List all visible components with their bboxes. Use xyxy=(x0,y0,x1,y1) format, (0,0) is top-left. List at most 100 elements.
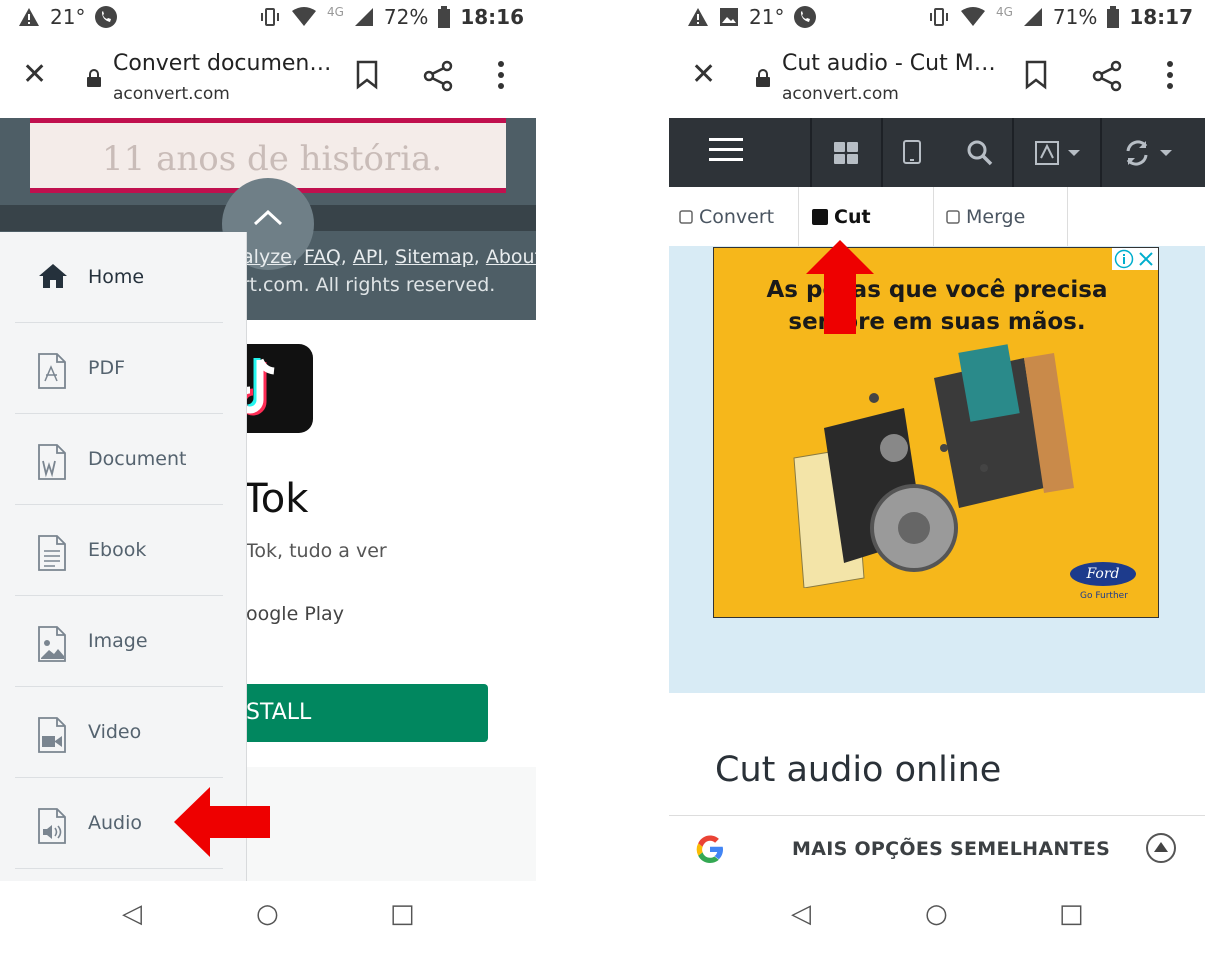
android-nav-bar: ◁ ○ □ xyxy=(669,881,1205,953)
network-type: 4G xyxy=(995,5,1013,19)
close-ad-icon[interactable] xyxy=(1138,251,1154,267)
tab-cut[interactable]: Cut xyxy=(799,187,934,246)
grid-icon xyxy=(834,142,858,164)
left-phone-screen: 21° 4G 72% 18:16 ✕ Convert documen… acon… xyxy=(0,0,536,953)
battery-percent: 71% xyxy=(1052,5,1098,29)
language-button[interactable] xyxy=(1014,118,1102,187)
drawer-item-image[interactable]: Image xyxy=(15,596,223,687)
hamburger-menu-button[interactable] xyxy=(669,118,812,187)
home-nav-icon[interactable]: ○ xyxy=(925,899,948,929)
close-tab-icon[interactable]: ✕ xyxy=(22,60,47,90)
share-icon[interactable] xyxy=(422,60,454,92)
red-arrow-left xyxy=(174,787,270,857)
link-faq[interactable]: FAQ xyxy=(304,246,341,268)
home-icon xyxy=(39,264,67,288)
android-nav-bar: ◁ ○ □ xyxy=(0,881,536,953)
suggest-label: MAIS OPÇÕES SEMELHANTES xyxy=(792,838,1111,860)
back-nav-icon[interactable]: ◁ xyxy=(122,899,142,929)
ebook-file-icon xyxy=(38,535,66,571)
site-header xyxy=(669,118,1205,187)
checkbox-checked-icon xyxy=(812,209,828,225)
drawer-item-ebook[interactable]: Ebook xyxy=(15,505,223,596)
drawer-label-video: Video xyxy=(88,721,142,743)
browser-toolbar: ✕ Convert documen… aconvert.com xyxy=(0,38,536,118)
recents-nav-icon[interactable]: □ xyxy=(1059,899,1084,929)
more-menu-icon[interactable] xyxy=(496,60,506,90)
wifi-icon xyxy=(960,7,985,26)
drawer-label-pdf: PDF xyxy=(88,357,126,379)
close-tab-icon[interactable]: ✕ xyxy=(691,60,716,90)
vibrate-icon xyxy=(260,8,279,26)
share-icon[interactable] xyxy=(1091,60,1123,92)
ad-headline-line2: sempre em suas mãos. xyxy=(788,309,1086,335)
drawer-item-document[interactable]: Document xyxy=(15,414,223,505)
vibrate-icon xyxy=(929,8,948,26)
right-phone-screen: 21° 4G 71% 18:17 ✕ Cut audio - Cut M… ac… xyxy=(669,0,1205,953)
drawer-label-image: Image xyxy=(88,630,148,652)
back-nav-icon[interactable]: ◁ xyxy=(791,899,811,929)
word-file-icon xyxy=(38,444,66,480)
ford-logo: Ford xyxy=(1070,562,1136,586)
bookmark-icon[interactable] xyxy=(1024,60,1048,90)
ad-choices[interactable] xyxy=(1112,248,1158,270)
advertisement[interactable]: As peças que você precisa sempre em suas… xyxy=(713,247,1159,618)
temperature: 21° xyxy=(749,5,785,29)
red-arrow-up xyxy=(806,240,874,334)
status-bar: 21° 4G 71% 18:17 xyxy=(669,0,1205,38)
phone-call-icon xyxy=(95,6,118,28)
tab-merge-label: Merge xyxy=(966,206,1026,228)
browser-toolbar: ✕ Cut audio - Cut M… aconvert.com xyxy=(669,38,1205,118)
link-about[interactable]: About xyxy=(486,246,536,268)
hamburger-icon xyxy=(709,138,743,161)
mobile-view-button[interactable] xyxy=(883,118,1014,187)
page-domain: aconvert.com xyxy=(113,84,230,104)
home-nav-icon[interactable]: ○ xyxy=(256,899,279,929)
ad-footer-area xyxy=(246,767,536,881)
tab-merge[interactable]: Merge xyxy=(934,187,1068,246)
clock: 18:16 xyxy=(460,5,524,29)
link-sitemap[interactable]: Sitemap xyxy=(395,246,474,268)
tab-convert[interactable]: Convert xyxy=(669,187,799,246)
translate-icon xyxy=(1035,141,1080,165)
pdf-file-icon xyxy=(38,353,66,389)
bookmark-icon[interactable] xyxy=(355,60,379,90)
refresh-icon xyxy=(1126,140,1172,166)
link-api[interactable]: API xyxy=(353,246,383,268)
search-icon[interactable] xyxy=(967,140,993,166)
status-bar: 21° 4G 72% 18:16 xyxy=(0,0,536,38)
drawer-item-pdf[interactable]: PDF xyxy=(15,323,223,414)
page-title: Convert documen… xyxy=(113,51,332,76)
refresh-button[interactable] xyxy=(1102,118,1205,187)
chevron-up-icon xyxy=(253,210,283,226)
ford-tagline: Go Further xyxy=(1080,591,1128,601)
drawer-item-home[interactable]: Home xyxy=(15,232,223,323)
tab-cut-label: Cut xyxy=(834,206,871,228)
page-domain: aconvert.com xyxy=(782,84,899,104)
ad-headline-line1: As peças que você precisa xyxy=(766,277,1108,303)
tablet-icon xyxy=(903,140,921,164)
grid-button[interactable] xyxy=(812,118,883,187)
google-suggest-bar[interactable]: MAIS OPÇÕES SEMELHANTES xyxy=(669,815,1205,883)
google-logo-icon xyxy=(696,835,723,863)
checkbox-unchecked-icon xyxy=(679,210,693,224)
drawer-label-audio: Audio xyxy=(88,812,143,834)
battery-icon xyxy=(438,6,451,28)
drawer-label-ebook: Ebook xyxy=(88,539,147,561)
gallery-icon xyxy=(720,8,738,26)
wifi-icon xyxy=(291,7,316,26)
page-title: Cut audio - Cut M… xyxy=(782,51,996,76)
store-name: oogle Play xyxy=(246,603,344,625)
recents-nav-icon[interactable]: □ xyxy=(390,899,415,929)
drawer-item-video[interactable]: Video xyxy=(15,687,223,778)
info-icon[interactable] xyxy=(1114,249,1134,269)
network-type: 4G xyxy=(326,5,344,19)
app-description: Tok, tudo a ver xyxy=(246,540,387,562)
drawer-label-home: Home xyxy=(88,266,145,288)
phone-call-icon xyxy=(794,6,817,28)
triangle-up-icon xyxy=(1154,842,1168,852)
drawer-label-document: Document xyxy=(88,448,187,470)
more-menu-icon[interactable] xyxy=(1165,60,1175,90)
video-file-icon xyxy=(38,717,66,753)
expand-suggest-button[interactable] xyxy=(1146,833,1176,863)
install-button[interactable]: STALL xyxy=(232,684,488,742)
